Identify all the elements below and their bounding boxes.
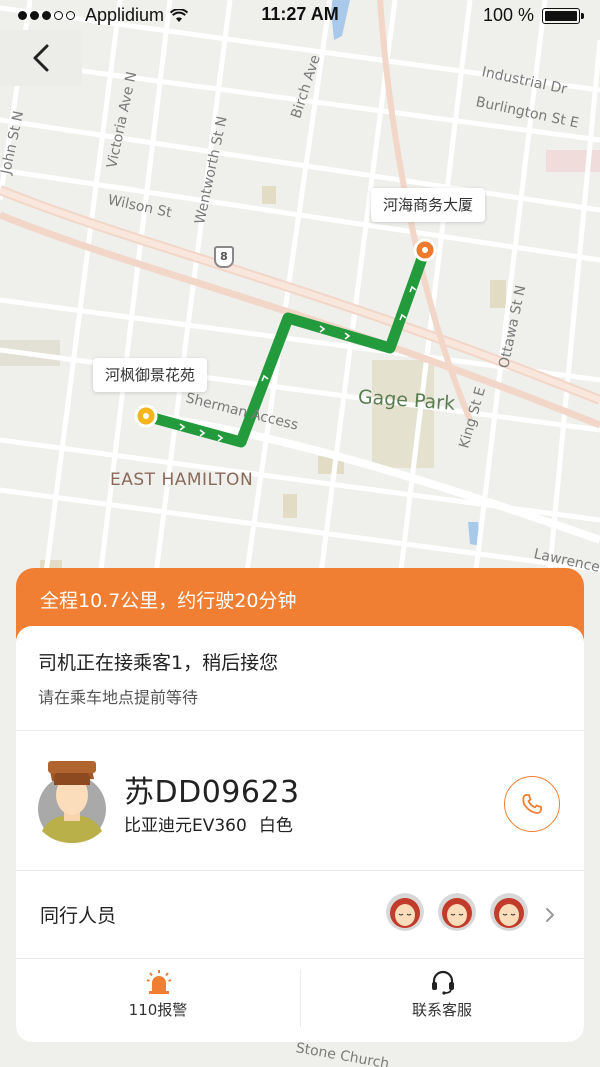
companion-avatar — [490, 893, 528, 931]
car-info: 比亚迪元EV360 白色 — [124, 811, 293, 836]
notice-subtitle: 请在乘车地点提前等待 — [38, 688, 199, 707]
license-plate: 苏DD09623 — [124, 775, 300, 810]
battery-percent: 100 % — [482, 5, 534, 25]
back-button[interactable] — [0, 30, 82, 86]
action-bar: 110报警 联系客服 — [16, 958, 584, 1042]
police-label: 110报警 — [128, 1001, 188, 1019]
origin-tag: 河枫御景花苑 — [93, 358, 208, 392]
notice-section: 司机正在接乘客1，稍后接您 请在乘车地点提前等待 — [16, 626, 584, 730]
origin-marker — [134, 404, 158, 428]
companions-row[interactable]: 同行人员 — [16, 870, 584, 958]
route-shield: 8 — [214, 246, 234, 268]
notice-title: 司机正在接乘客1，稍后接您 — [38, 652, 279, 674]
car-model: 比亚迪元EV360 — [124, 816, 247, 836]
companion-avatar — [386, 893, 424, 931]
companions-label: 同行人员 — [40, 905, 117, 927]
customer-service-button[interactable]: 联系客服 — [300, 959, 584, 1035]
chevron-left-icon — [33, 44, 49, 72]
destination-tag: 河海商务大厦 — [371, 188, 486, 222]
trip-summary: 全程10.7公里，约行驶20分钟 — [40, 590, 297, 612]
companion-avatar — [438, 893, 476, 931]
phone-icon — [522, 794, 542, 814]
companion-avatars — [386, 893, 528, 931]
driver-section: 苏DD09623 比亚迪元EV360 白色 — [16, 730, 584, 870]
driver-avatar[interactable] — [36, 757, 108, 845]
destination-marker — [413, 238, 437, 262]
headset-icon — [432, 970, 454, 995]
trip-card: 司机正在接乘客1，稍后接您 请在乘车地点提前等待 苏DD09623 比亚迪元EV… — [16, 626, 584, 1042]
trip-panel: 全程10.7公里，约行驶20分钟 司机正在接乘客1，稍后接您 请在乘车地点提前等… — [16, 568, 584, 1042]
alarm-icon — [146, 970, 172, 994]
call-driver-button[interactable] — [504, 776, 560, 832]
police-button[interactable]: 110报警 — [16, 959, 300, 1035]
district-label: EAST HAMILTON — [110, 470, 254, 490]
battery-icon — [542, 7, 584, 24]
car-color: 白色 — [258, 816, 293, 836]
status-bar: Applidium 11:27 AM 100 % — [0, 0, 600, 30]
chevron-right-icon — [546, 908, 554, 922]
customer-service-label: 联系客服 — [411, 1001, 472, 1019]
